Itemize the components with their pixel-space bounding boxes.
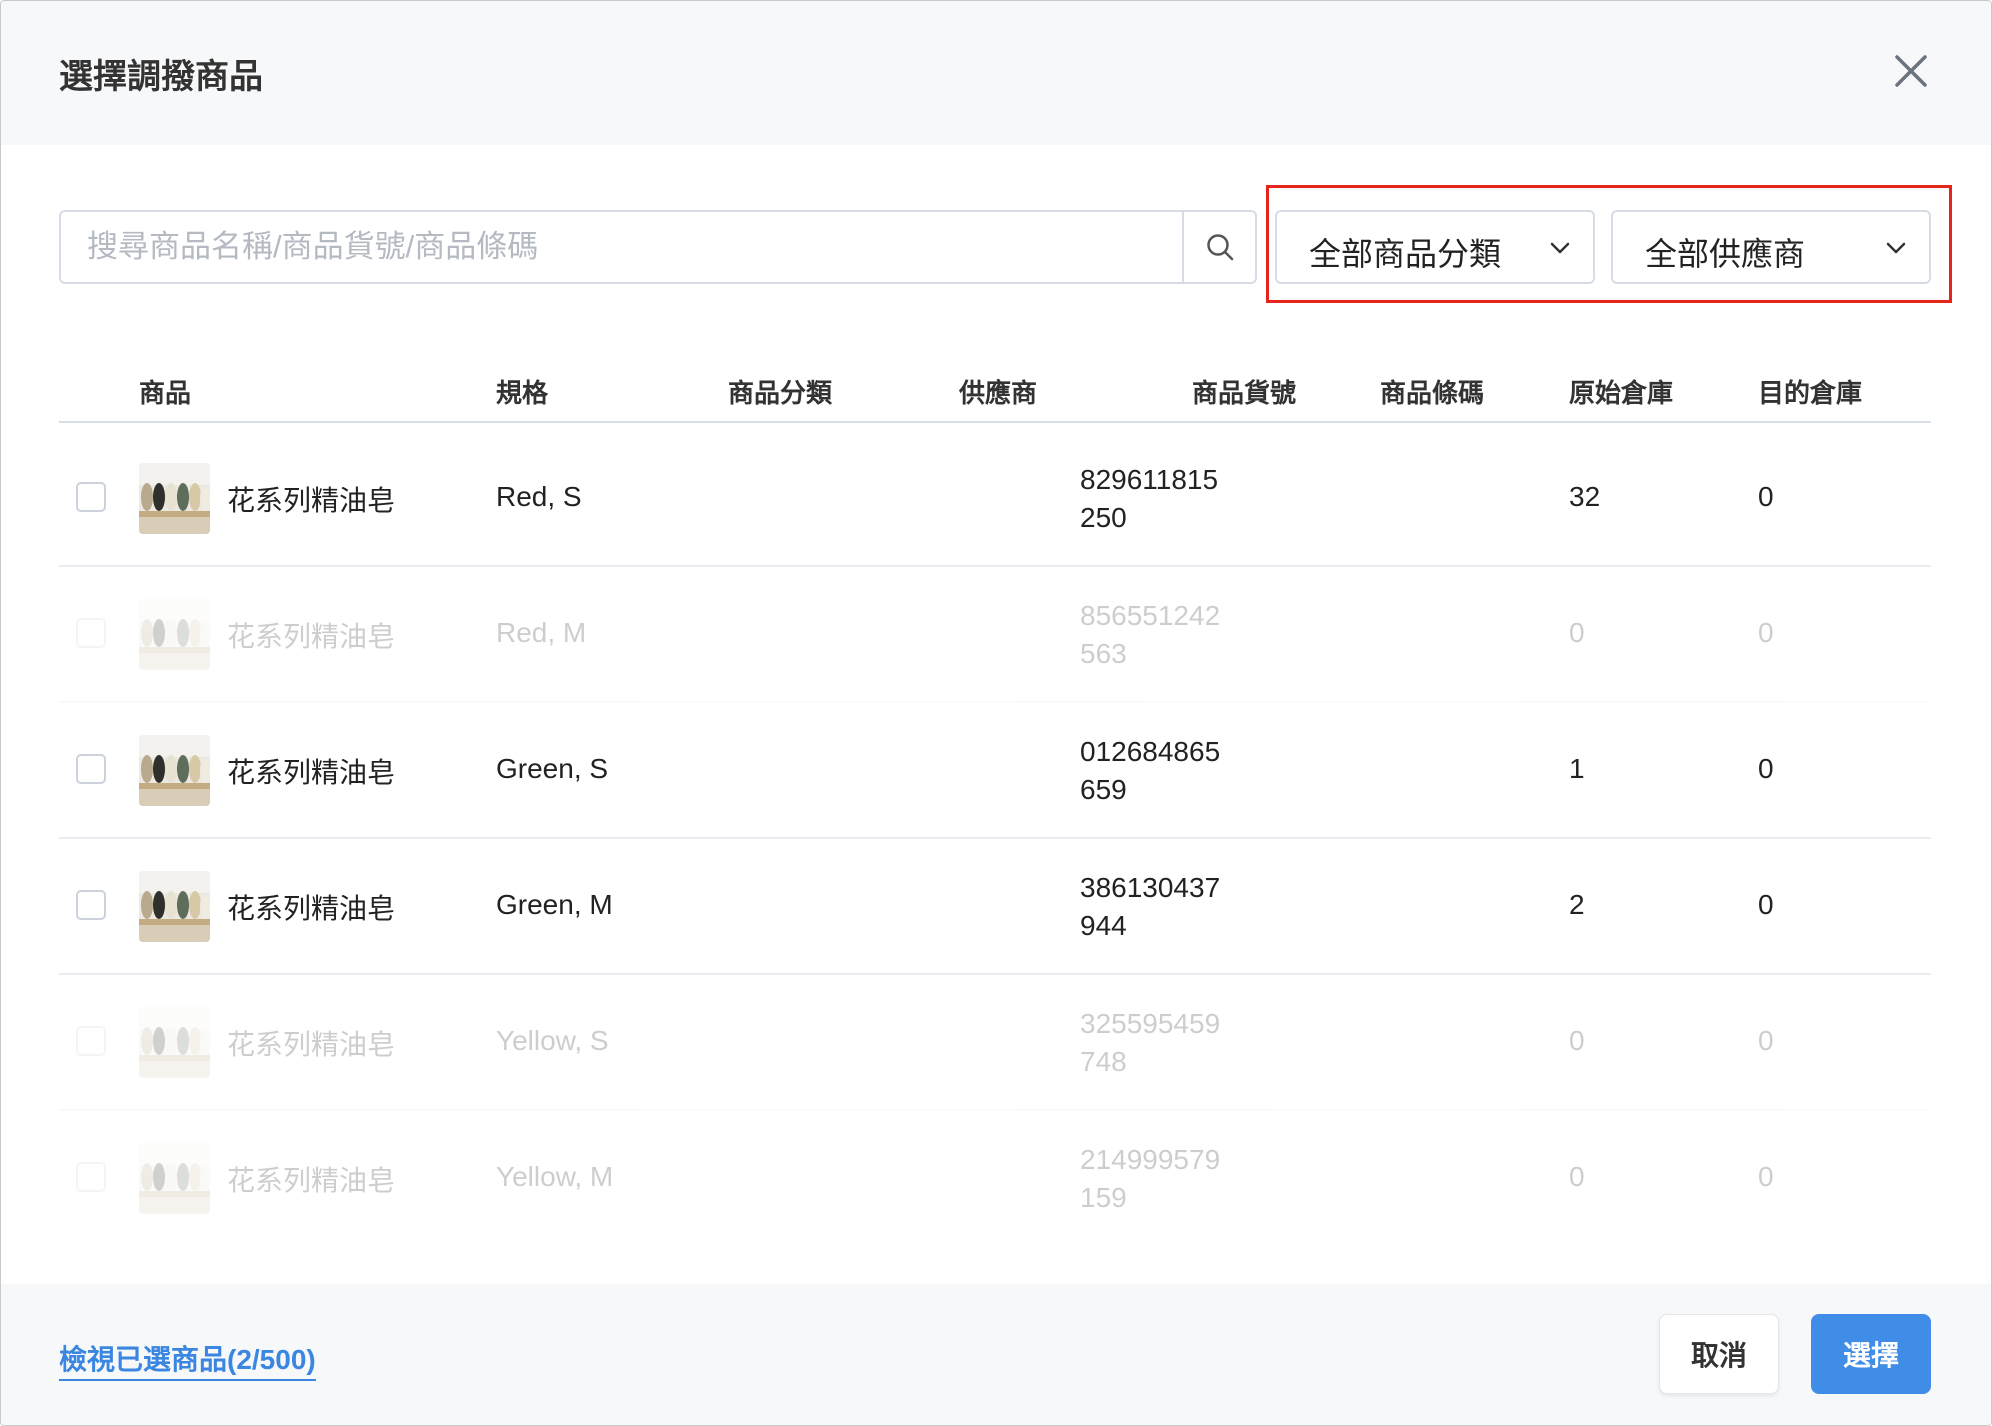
row-checkbox (76, 1162, 106, 1192)
product-name: 花系列精油皂 (227, 893, 396, 924)
source-stock: 0 (1569, 617, 1585, 648)
chevron-down-icon (1550, 242, 1570, 254)
product-thumbnail (139, 599, 210, 670)
source-stock: 1 (1569, 753, 1585, 784)
supplier-filter-label: 全部供應商 (1645, 236, 1806, 272)
product-thumbnail (139, 871, 210, 942)
soap-product-image (139, 599, 210, 670)
target-stock: 0 (1758, 753, 1774, 784)
barcode-line-1: 386130437 (1080, 872, 1221, 903)
product-barcode: 829611815 250 (1080, 461, 1218, 537)
product-name: 花系列精油皂 (227, 1029, 396, 1060)
search-button[interactable] (1182, 212, 1255, 282)
product-spec: Yellow, M (496, 1161, 614, 1192)
view-selected-products-link[interactable]: 檢視已選商品(2/500) (59, 1338, 316, 1381)
product-barcode: 012684865 659 (1080, 733, 1220, 809)
search-input[interactable] (61, 212, 1186, 282)
table-row[interactable]: 花系列精油皂 Green, M 386130437 944 2 0 (59, 839, 1931, 975)
barcode-line-1: 856551242 (1080, 600, 1221, 631)
column-header-supplier: 供應商 (959, 378, 1038, 408)
soap-product-image (139, 463, 210, 534)
select-button[interactable]: 選擇 (1811, 1314, 1931, 1394)
search-box (59, 210, 1257, 284)
table-row[interactable]: 花系列精油皂 Green, S 012684865 659 1 0 (59, 703, 1931, 839)
product-thumbnail (139, 1007, 210, 1078)
source-stock: 2 (1569, 889, 1585, 920)
soap-product-image (139, 1143, 210, 1214)
product-name: 花系列精油皂 (227, 1165, 396, 1196)
source-stock: 0 (1569, 1025, 1585, 1056)
barcode-line-2: 944 (1080, 910, 1127, 941)
product-name: 花系列精油皂 (227, 621, 396, 652)
table-header: 商品 規格 商品分類 供應商 商品貨號 商品條碼 原始倉庫 目的倉庫 (59, 359, 1931, 423)
product-spec: Red, S (496, 481, 582, 512)
row-checkbox[interactable] (76, 754, 106, 784)
product-spec: Yellow, S (496, 1025, 609, 1056)
chevron-down-icon (1886, 242, 1906, 254)
product-name: 花系列精油皂 (227, 757, 396, 788)
supplier-filter-select[interactable]: 全部供應商 (1611, 210, 1931, 284)
barcode-line-1: 829611815 (1080, 464, 1219, 495)
barcode-line-2: 748 (1080, 1046, 1127, 1077)
row-checkbox[interactable] (76, 482, 106, 512)
category-filter-select[interactable]: 全部商品分類 (1275, 210, 1595, 284)
barcode-line-2: 250 (1080, 502, 1127, 533)
table-row: 花系列精油皂 Red, M 856551242 563 0 0 (59, 567, 1931, 703)
column-header-spec: 規格 (496, 378, 549, 408)
source-stock: 0 (1569, 1161, 1585, 1192)
barcode-line-2: 659 (1080, 774, 1127, 805)
dialog-header: 選擇調撥商品 (1, 1, 1991, 145)
product-barcode: 856551242 563 (1080, 597, 1220, 673)
target-stock: 0 (1758, 481, 1774, 512)
product-barcode: 386130437 944 (1080, 869, 1220, 945)
product-spec: Red, M (496, 617, 587, 648)
product-spec: Green, M (496, 889, 613, 920)
barcode-line-2: 159 (1080, 1182, 1127, 1213)
soap-product-image (139, 1007, 210, 1078)
row-checkbox (76, 1026, 106, 1056)
product-barcode: 325595459 748 (1080, 1005, 1220, 1081)
dialog-title: 選擇調撥商品 (59, 58, 263, 96)
category-filter-label: 全部商品分類 (1309, 236, 1502, 272)
close-button[interactable] (1891, 51, 1931, 91)
soap-product-image (139, 735, 210, 806)
product-barcode: 214999579 159 (1080, 1141, 1220, 1217)
column-header-sku: 商品貨號 (1192, 378, 1297, 408)
column-header-category: 商品分類 (728, 378, 833, 408)
barcode-line-1: 214999579 (1080, 1144, 1221, 1175)
target-stock: 0 (1758, 617, 1774, 648)
source-stock: 32 (1569, 481, 1601, 512)
table-row: 花系列精油皂 Yellow, S 325595459 748 0 0 (59, 975, 1931, 1111)
column-header-source-warehouse: 原始倉庫 (1569, 378, 1674, 408)
soap-product-image (139, 871, 210, 942)
target-stock: 0 (1758, 1161, 1774, 1192)
search-icon (1206, 234, 1233, 261)
target-stock: 0 (1758, 1025, 1774, 1056)
product-name: 花系列精油皂 (227, 485, 396, 516)
cancel-button[interactable]: 取消 (1659, 1314, 1779, 1394)
close-icon (1895, 55, 1927, 87)
select-transfer-products-dialog: 選擇調撥商品 全部商品分類 全部供應商 商品 規格 (0, 0, 1992, 1426)
product-thumbnail (139, 463, 210, 534)
barcode-line-1: 012684865 (1080, 736, 1221, 767)
product-spec: Green, S (496, 753, 609, 784)
product-thumbnail (139, 1143, 210, 1214)
row-checkbox (76, 618, 106, 648)
column-header-target-warehouse: 目的倉庫 (1758, 378, 1863, 408)
barcode-line-1: 325595459 (1080, 1008, 1221, 1039)
table-row[interactable]: 花系列精油皂 Red, S 829611815 250 32 0 (59, 431, 1931, 567)
product-thumbnail (139, 735, 210, 806)
table-row: 花系列精油皂 Yellow, M 214999579 159 0 0 (59, 1111, 1931, 1245)
target-stock: 0 (1758, 889, 1774, 920)
column-header-product: 商品 (139, 378, 192, 408)
column-header-barcode: 商品條碼 (1380, 378, 1485, 408)
barcode-line-2: 563 (1080, 638, 1127, 669)
row-checkbox[interactable] (76, 890, 106, 920)
